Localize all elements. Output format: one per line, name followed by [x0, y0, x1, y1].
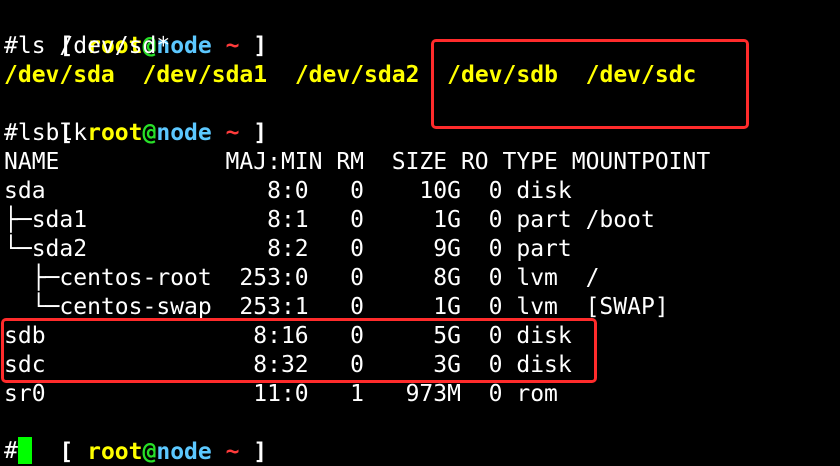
prompt-open-bracket: [ — [59, 439, 88, 465]
lsblk-row: sdc 8:32 0 3G 0 disk — [4, 352, 586, 378]
lsblk-row: ├─centos-root 253:0 0 8G 0 lvm / — [4, 265, 600, 291]
lsblk-row: ├─sda1 8:1 0 1G 0 part /boot — [4, 207, 655, 233]
lsblk-row: sr0 11:0 1 973M 0 rom — [4, 381, 586, 407]
prompt-close-bracket: ] — [253, 33, 268, 59]
prompt-close-bracket: ] — [253, 120, 268, 146]
shell-prompt: [ root@node ~ ] — [4, 3, 267, 59]
prompt-close-bracket: ] — [253, 439, 268, 465]
prompt-user: root — [87, 120, 143, 146]
ls-item: /dev/sda — [4, 62, 115, 88]
prompt-tilde: ~ — [211, 439, 254, 465]
prompt-host: node — [156, 120, 212, 146]
lsblk-row: └─centos-swap 253:1 0 1G 0 lvm [SWAP] — [4, 294, 669, 320]
ls-item: /dev/sdc — [585, 62, 697, 88]
prompt-symbol: # — [4, 438, 18, 464]
ls-item: /dev/sda2 — [294, 62, 420, 88]
lsblk-row: sdb 8:16 0 5G 0 disk — [4, 323, 586, 349]
shell-prompt: [ root@node ~ ] — [4, 409, 267, 465]
terminal-window[interactable]: [ root@node ~ ] #ls /dev/sd* /dev/sda /d… — [0, 0, 840, 466]
prompt-at: @ — [142, 439, 157, 465]
shell-prompt: [ root@node ~ ] — [4, 90, 267, 146]
lsblk-row: └─sda2 8:2 0 9G 0 part — [4, 236, 586, 262]
ls-item: /dev/sda1 — [142, 62, 268, 88]
prompt-tilde: ~ — [211, 120, 254, 146]
lsblk-row: sda 8:0 0 10G 0 disk — [4, 178, 586, 204]
terminal-cursor — [17, 437, 32, 464]
command-input-line[interactable]: # — [4, 437, 32, 466]
prompt-host: node — [156, 439, 212, 465]
ls-output: /dev/sda /dev/sda1 /dev/sda2 /dev/sdb /d… — [4, 61, 696, 90]
command-ls: #ls /dev/sd* — [4, 33, 171, 59]
prompt-tilde: ~ — [211, 33, 254, 59]
ls-item: /dev/sdb — [447, 62, 558, 88]
prompt-at: @ — [142, 120, 157, 146]
command-lsblk: #lsblk — [4, 120, 88, 146]
lsblk-header: NAME MAJ:MIN RM SIZE RO TYPE MOUNTPOINT — [4, 149, 711, 175]
prompt-user: root — [87, 439, 143, 465]
